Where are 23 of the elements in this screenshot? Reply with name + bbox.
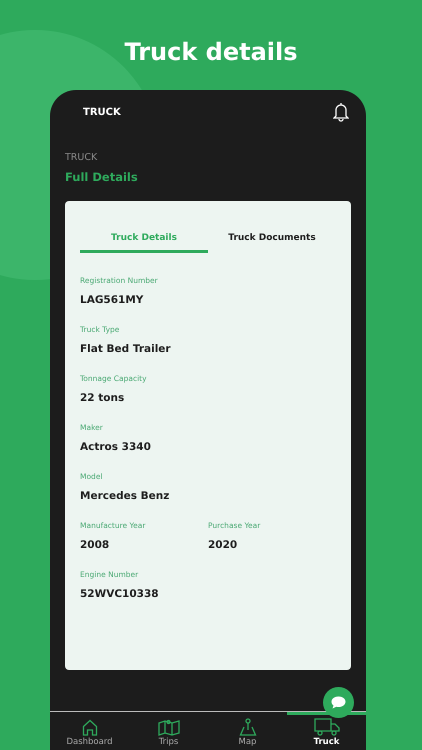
home-icon [82,719,98,736]
truck-icon [314,718,340,736]
nav-tab[interactable]: Map [208,712,287,750]
field-value: 22 tons [80,391,126,405]
field-value: Mercedes Benz [80,489,170,503]
field-value: LAG561MY [80,293,144,307]
bell-icon[interactable] [333,102,349,122]
nav-tab[interactable]: Trips [129,712,208,750]
tab[interactable]: Truck Documents [208,227,336,253]
section-overline: TRUCK [65,151,98,165]
nav-tab[interactable]: Dashboard [50,712,129,750]
field-value: Actros 3340 [80,440,152,454]
chat-bubble-icon [331,696,346,709]
map-pin-icon [238,718,256,736]
chat-button[interactable] [323,687,354,718]
field-value: 52WVC10338 [80,587,160,601]
headline: Truck details [123,37,299,68]
field-value: Flat Bed Trailer [80,342,172,356]
section-title: Full Details [65,169,139,186]
map-icon [158,719,180,736]
field-value: 2020 [208,538,238,552]
field-value: 2008 [80,538,110,552]
app-bar-title: TRUCK [83,106,121,118]
